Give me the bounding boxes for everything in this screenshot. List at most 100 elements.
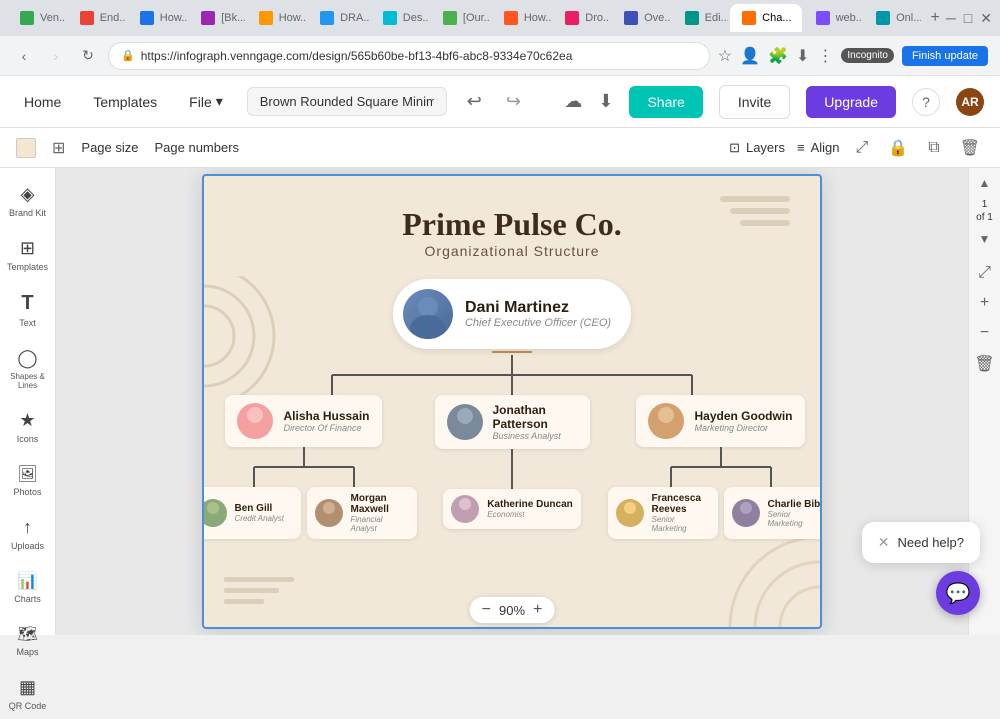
invite-button[interactable]: Invite [719,85,790,119]
francesca-name: Francesca Reeves [652,493,710,515]
forward-button[interactable]: › [44,44,68,68]
tab-8[interactable]: [Our... [431,4,490,32]
ceo-row[interactable]: Dani Martinez Chief Executive Officer (C… [393,279,631,349]
help-button[interactable]: ? [912,88,940,116]
extension-icon[interactable]: 🧩 [768,46,788,66]
tab-2[interactable]: End... [68,4,126,32]
share-button[interactable]: Share [629,86,702,118]
expand-icon[interactable]: ⤢ [974,262,995,284]
right-panel-minus[interactable]: − [976,322,993,344]
color-swatch[interactable] [16,138,36,158]
align-button[interactable]: ≡ Align [797,140,840,155]
download-icon[interactable]: ⬇ [796,46,809,66]
chat-button[interactable]: 💬 [936,571,980,615]
maximize-button[interactable]: □ [964,10,972,26]
morgan-name: Morgan Maxwell [351,493,409,515]
scroll-up-button[interactable]: ▲ [979,176,991,190]
address-bar[interactable]: 🔒 https://infograph.venngage.com/design/… [108,42,710,70]
alisha-subs: Ben Gill Credit Analyst [202,487,417,539]
sidebar-item-maps[interactable]: 🗺 Maps [4,616,52,665]
icons-icon: ★ [19,410,35,431]
tab-14[interactable]: web... [804,4,863,32]
jonathan-box[interactable]: Jonathan Patterson Business Analyst [435,395,590,449]
templates-label: Templates [7,262,48,272]
browser-window: Ven... End... How... [Bk... How... DRA..… [0,0,1000,635]
close-button[interactable]: ✕ [980,10,992,27]
maps-label: Maps [16,647,38,657]
tab-1[interactable]: Ven... [8,4,66,32]
tab-4[interactable]: [Bk... [189,4,245,32]
sidebar-item-shapes[interactable]: ◯ Shapes & Lines [4,340,52,398]
reload-button[interactable]: ↻ [76,44,100,68]
file-menu[interactable]: File ▾ [181,89,231,114]
tab-5[interactable]: How... [247,4,306,32]
sub-charlie[interactable]: Charlie Bibi Senior Marketing [724,487,823,539]
tab-11-favicon [624,11,638,25]
hayden-box[interactable]: Hayden Goodwin Marketing Director [636,395,804,447]
tab-10[interactable]: Dro... [553,4,610,32]
tab-6[interactable]: DRA... [308,4,369,32]
manager-jonathan[interactable]: Jonathan Patterson Business Analyst [435,395,590,539]
undo-button[interactable]: ↩ [463,87,486,116]
manager-hayden[interactable]: Hayden Goodwin Marketing Director [608,395,823,539]
grid-icon[interactable]: ⊞ [52,138,65,158]
delete-icon[interactable]: 🗑 [956,136,984,160]
scroll-down-button[interactable]: ▼ [979,232,991,246]
tab-13[interactable]: Cha... ✕ [730,4,801,32]
zoom-minus-button[interactable]: − [482,601,491,619]
manager-alisha[interactable]: Alisha Hussain Director Of Finance [202,395,417,539]
sub-francesca[interactable]: Francesca Reeves Senior Marketing [608,487,718,539]
sidebar-item-templates[interactable]: ⊞ Templates [4,230,52,280]
tab-bar: Ven... End... How... [Bk... How... DRA..… [0,0,1000,36]
group-icon[interactable]: ⧉ [924,137,943,159]
lock-icon-toolbar[interactable]: 🔒 [884,136,912,160]
ceo-box[interactable]: Dani Martinez Chief Executive Officer (C… [393,279,631,349]
align-icon: ≡ [797,140,805,155]
minimize-button[interactable]: ─ [946,10,956,26]
sub-morgan[interactable]: Morgan Maxwell Financial Analyst [307,487,417,539]
finish-update-button[interactable]: Finish update [902,46,988,66]
home-button[interactable]: Home [16,90,69,114]
right-panel-add[interactable]: + [976,292,993,314]
sidebar-item-brand-kit[interactable]: ◈ Brand Kit [4,176,52,226]
tab-15[interactable]: Onl... [864,4,920,32]
sub-ben[interactable]: Ben Gill Credit Analyst [202,487,301,539]
right-panel-trash[interactable]: 🗑 [970,352,998,376]
canvas-area[interactable]: Prime Pulse Co. Organizational Structure [56,168,968,635]
bookmark-icon[interactable]: ☆ [718,46,732,66]
tab-10-label: Dro... [585,12,610,24]
sidebar-item-qr-code[interactable]: ▦ QR Code [4,669,52,719]
tab-11[interactable]: Ove... [612,4,671,32]
redo-button[interactable]: ↪ [502,87,525,116]
sidebar-item-charts[interactable]: 📊 Charts [4,563,52,612]
tab-9[interactable]: How... [492,4,551,32]
profile-icon[interactable]: 👤 [740,46,760,66]
sidebar-item-photos[interactable]: 🖼 Photos [4,456,52,505]
upgrade-button[interactable]: Upgrade [806,86,896,118]
sidebar-item-icons[interactable]: ★ Icons [4,402,52,452]
tab-7[interactable]: Des... [371,4,429,32]
page-numbers-button[interactable]: Page numbers [155,140,240,155]
sidebar-item-text[interactable]: T Text [4,284,52,336]
zoom-plus-button[interactable]: + [533,601,542,619]
settings-icon[interactable]: ⋮ [817,46,833,66]
uploads-icon: ↑ [23,517,32,538]
new-tab-button[interactable]: + [927,9,944,27]
alisha-box[interactable]: Alisha Hussain Director Of Finance [225,395,381,447]
tab-9-favicon [504,11,518,25]
templates-button[interactable]: Templates [85,90,165,114]
help-close-button[interactable]: ✕ [878,534,890,551]
sub-katherine[interactable]: Katherine Duncan Economist [443,489,581,529]
design-name-input[interactable] [247,87,447,116]
download-button[interactable]: ⬇ [598,91,613,112]
user-avatar[interactable]: AR [956,88,984,116]
resize-icon[interactable]: ⤢ [852,137,873,159]
page-size-button[interactable]: Page size [81,140,138,155]
tab-3[interactable]: How... [128,4,187,32]
tab-10-favicon [565,11,579,25]
back-button[interactable]: ‹ [12,44,36,68]
sidebar-item-uploads[interactable]: ↑ Uploads [4,509,52,559]
tab-12[interactable]: Edi... [673,4,729,32]
layers-button[interactable]: ⊡ Layers [729,140,785,156]
design-canvas[interactable]: Prime Pulse Co. Organizational Structure [202,174,822,629]
